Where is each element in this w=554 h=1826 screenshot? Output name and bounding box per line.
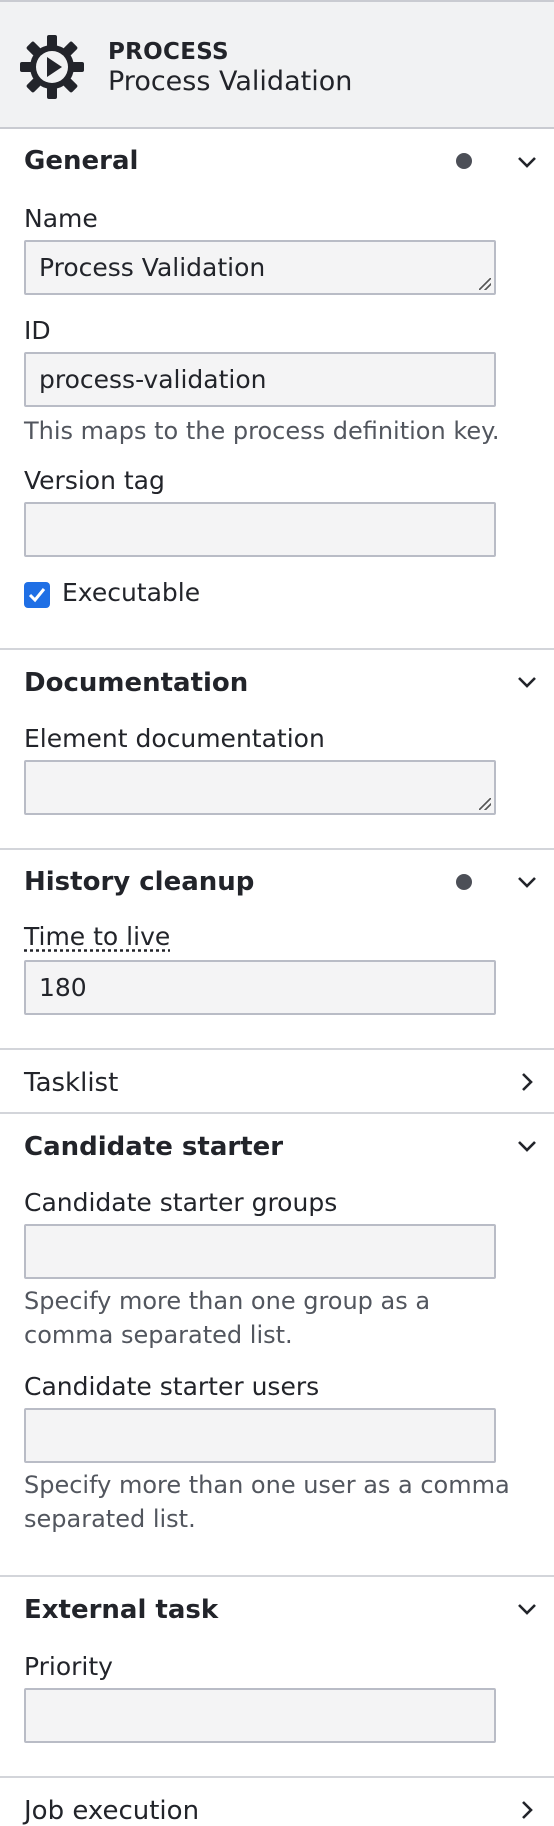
group-title-external-task[interactable]: External task — [24, 1595, 218, 1625]
chevron-down-icon[interactable] — [515, 870, 539, 894]
group-title-history-cleanup[interactable]: History cleanup — [24, 867, 254, 897]
id-input[interactable]: process-validation — [24, 352, 496, 407]
chevron-down-icon[interactable] — [515, 670, 539, 694]
candidate-users-description: Specify more than one user as a comma se… — [24, 1468, 510, 1536]
name-label: Name — [24, 204, 98, 233]
candidate-users-input[interactable] — [24, 1408, 496, 1463]
priority-input[interactable] — [24, 1688, 496, 1743]
priority-label: Priority — [24, 1652, 113, 1681]
element-documentation-input[interactable] — [24, 760, 496, 815]
group-title-job-execution[interactable]: Job execution — [24, 1796, 199, 1826]
group-separator — [0, 648, 554, 650]
version-tag-label: Version tag — [24, 466, 165, 495]
group-separator — [0, 1048, 554, 1050]
group-title-general[interactable]: General — [24, 146, 138, 176]
process-gear-play-icon — [20, 35, 84, 99]
checkmark-icon — [28, 588, 46, 603]
time-to-live-label: Time to live — [24, 922, 171, 951]
chevron-right-icon[interactable] — [515, 1070, 539, 1094]
time-to-live-input[interactable]: 180 — [24, 960, 496, 1015]
candidate-users-label: Candidate starter users — [24, 1372, 320, 1401]
id-description: This maps to the process definition key. — [24, 417, 500, 445]
group-separator — [0, 1112, 554, 1114]
group-title-candidate-starter[interactable]: Candidate starter — [24, 1132, 283, 1162]
description-line: Specify more than one group as a — [24, 1287, 431, 1315]
chevron-down-icon[interactable] — [515, 1597, 539, 1621]
version-tag-input[interactable] — [24, 502, 496, 557]
executable-label[interactable]: Executable — [62, 578, 200, 607]
candidate-groups-description: Specify more than one group as a comma s… — [24, 1284, 430, 1352]
properties-header: PROCESS Process Validation — [0, 0, 554, 129]
group-title-tasklist[interactable]: Tasklist — [24, 1068, 118, 1098]
candidate-groups-input[interactable] — [24, 1224, 496, 1279]
description-line: comma separated list. — [24, 1321, 293, 1349]
element-name-label: Process Validation — [108, 66, 353, 97]
group-title-documentation[interactable]: Documentation — [24, 668, 248, 698]
chevron-down-icon[interactable] — [515, 1134, 539, 1158]
id-label: ID — [24, 316, 51, 345]
name-input[interactable]: Process Validation — [24, 240, 496, 295]
description-line: separated list. — [24, 1505, 196, 1533]
entries-dot-icon — [456, 153, 472, 169]
group-separator — [0, 1776, 554, 1778]
element-type-label: PROCESS — [108, 39, 229, 65]
group-separator — [0, 848, 554, 850]
executable-checkbox[interactable] — [24, 582, 50, 608]
description-line: Specify more than one user as a comma — [24, 1471, 510, 1499]
element-documentation-label: Element documentation — [24, 724, 325, 753]
chevron-right-icon[interactable] — [515, 1798, 539, 1822]
entries-dot-icon — [456, 874, 472, 890]
group-separator — [0, 1575, 554, 1577]
chevron-down-icon[interactable] — [515, 150, 539, 174]
candidate-groups-label: Candidate starter groups — [24, 1188, 338, 1217]
